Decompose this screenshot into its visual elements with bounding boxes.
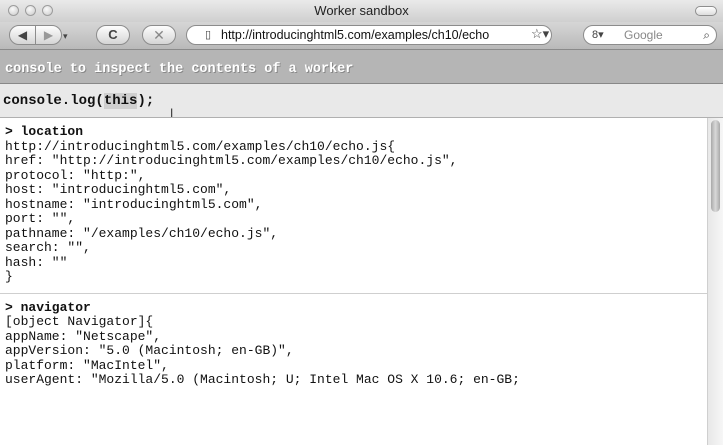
forward-icon: ▶	[43, 28, 54, 42]
console-line: hostname: "introducinghtml5.com",	[5, 196, 263, 212]
console-line: port: "",	[5, 211, 76, 226]
search-engine-icon[interactable]: 8▾	[592, 26, 604, 44]
console-line: search: "",	[5, 240, 91, 255]
reload-button[interactable]: C	[96, 25, 130, 45]
browser-toolbar: ◀ ▶ ▾ C ✕ ▯ http://introducinghtml5.com/…	[0, 22, 723, 50]
console-command-bar[interactable]: console.log(this); I	[0, 84, 723, 120]
console-line: appName: "Netscape",	[5, 328, 162, 344]
search-field[interactable]: 8▾ Google ⌕	[583, 25, 717, 45]
console-line: }	[5, 269, 13, 284]
console-line: protocol: "http:",	[5, 167, 146, 183]
console-entry: > navigator [object Navigator]{appName: "…	[0, 292, 723, 396]
console-line: appVersion: "5.0 (Macintosh; en-GB)",	[5, 343, 294, 358]
console-command[interactable]: console.log(this);	[3, 93, 154, 109]
history-chevron-icon[interactable]: ▾	[63, 27, 68, 45]
reload-icon: C	[108, 27, 118, 42]
console-line: userAgent: "Mozilla/5.0 (Macintosh; U; I…	[5, 372, 520, 387]
toolbar-toggle-button[interactable]	[695, 6, 717, 16]
console-line: http://introducinghtml5.com/examples/ch1…	[5, 138, 396, 154]
console-line: platform: "MacIntel",	[5, 357, 169, 373]
browser-window: Worker sandbox ◀ ▶ ▾ C ✕ ▯ http://introd…	[0, 0, 723, 445]
console-line: pathname: "/examples/ch10/echo.js",	[5, 225, 279, 241]
url-text: http://introducinghtml5.com/examples/ch1…	[221, 28, 490, 42]
console-entry-head: > navigator	[5, 299, 91, 315]
back-icon: ◀	[17, 28, 28, 42]
back-button[interactable]: ◀	[9, 25, 36, 45]
console-line: host: "introducinghtml5.com",	[5, 182, 232, 197]
search-placeholder: Google	[624, 28, 663, 42]
forward-button[interactable]: ▶	[35, 25, 62, 45]
console-output[interactable]: > location http://introducinghtml5.com/ex…	[0, 118, 723, 445]
bookmark-star-icon[interactable]: ☆▾	[531, 25, 549, 43]
stop-icon: ✕	[153, 27, 165, 43]
console-line: [object Navigator]{	[5, 314, 154, 329]
window-title: Worker sandbox	[314, 3, 409, 18]
stop-button[interactable]: ✕	[142, 25, 176, 45]
page-icon: ▯	[204, 29, 212, 41]
scrollbar-thumb[interactable]	[711, 120, 720, 212]
address-bar[interactable]: ▯ http://introducinghtml5.com/examples/c…	[186, 25, 552, 45]
page-banner: console to inspect the contents of a wor…	[0, 50, 723, 84]
command-prefix: console.log(	[3, 93, 104, 109]
title-bar: Worker sandbox	[0, 0, 723, 23]
console-entry: > location http://introducinghtml5.com/ex…	[0, 118, 723, 293]
console-line: hash: ""	[5, 254, 68, 270]
console-scrollbar[interactable]	[707, 118, 723, 445]
magnifier-icon: ⌕	[703, 28, 710, 42]
console-entry-head: > location	[5, 124, 84, 139]
command-selection: this	[103, 93, 138, 109]
command-suffix: );	[137, 93, 155, 109]
banner-text: console to inspect the contents of a wor…	[5, 62, 354, 77]
console-line: href: "http://introducinghtml5.com/examp…	[5, 153, 458, 168]
